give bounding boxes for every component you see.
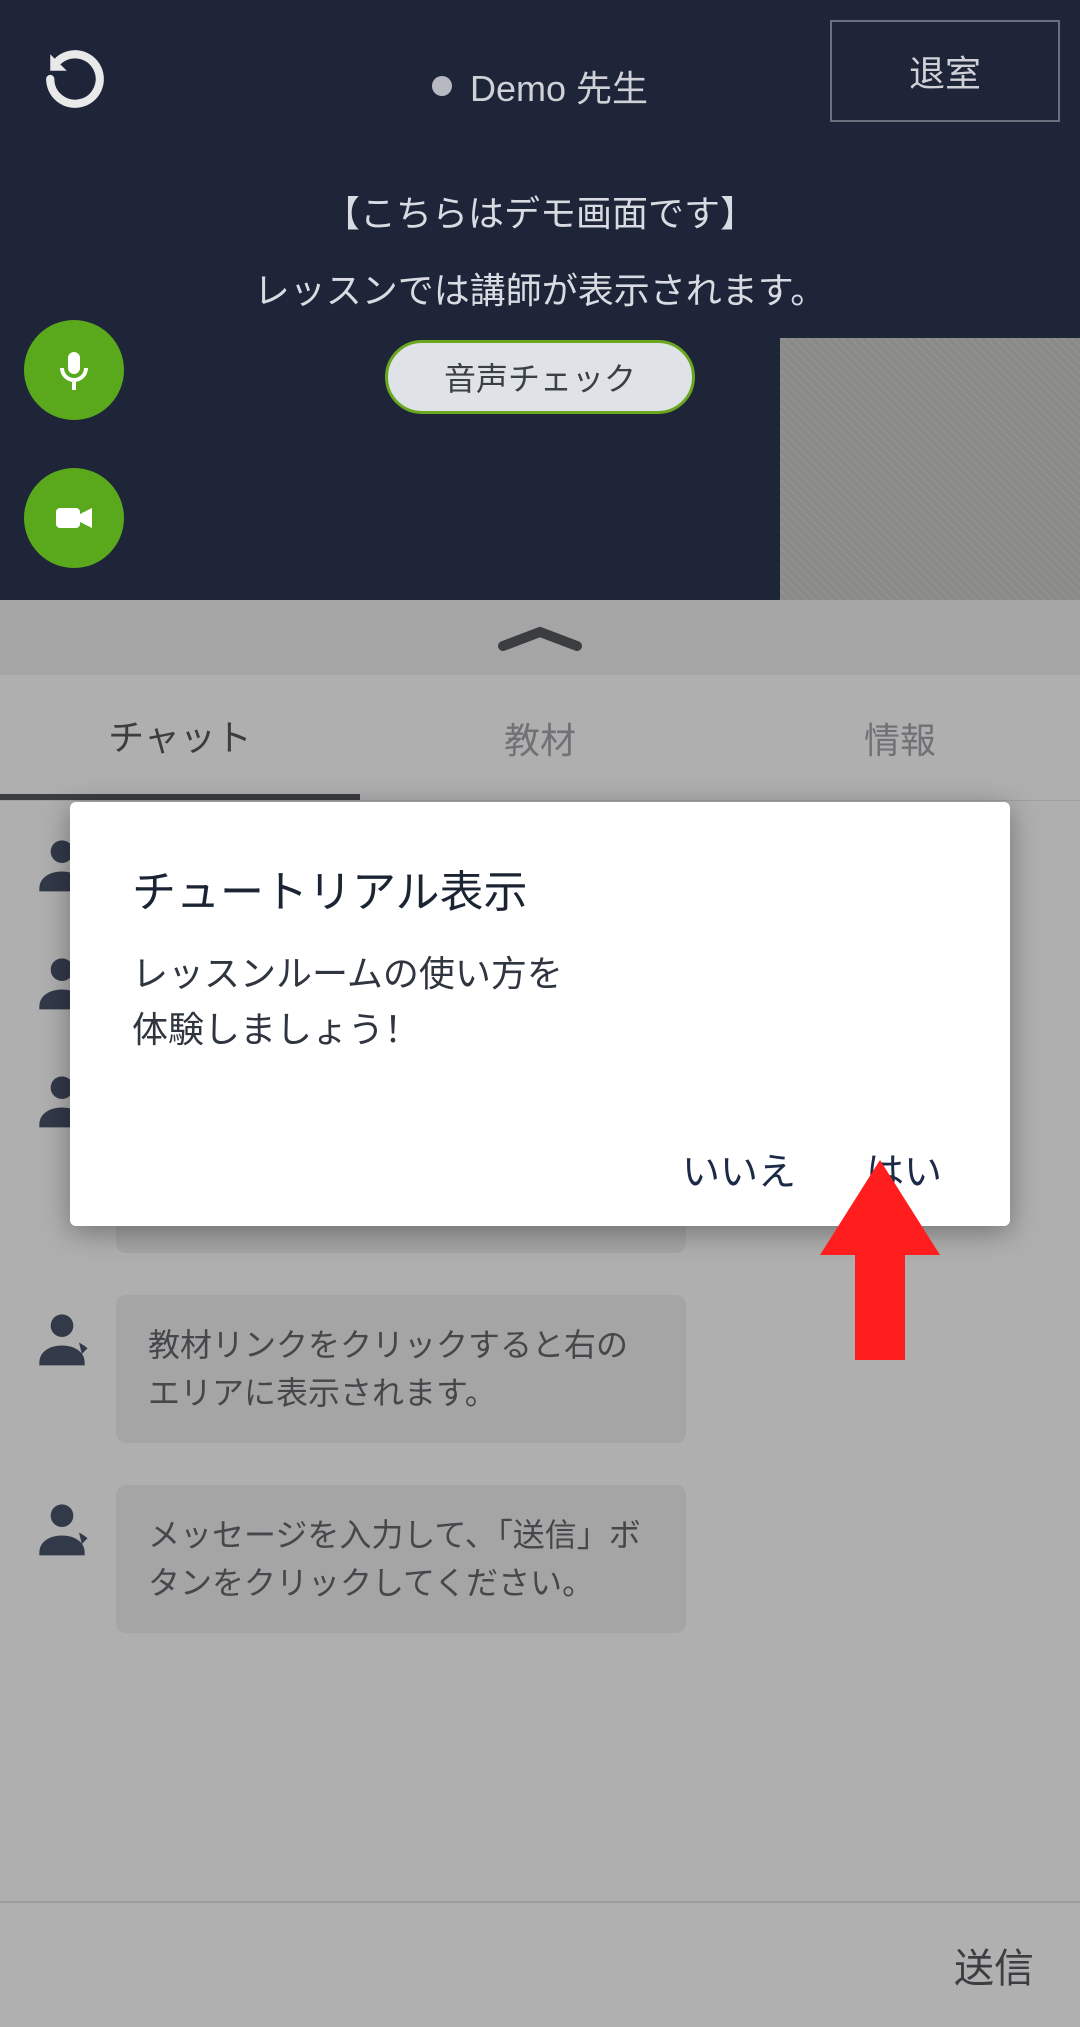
mic-icon <box>50 346 98 394</box>
annotation-arrow-icon <box>820 1160 940 1360</box>
modal-no-button[interactable]: いいえ <box>682 1141 796 1196</box>
exit-button-label: 退室 <box>909 45 981 97</box>
modal-body-line2: 体験しましょう！ <box>132 1009 420 1050</box>
modal-body: レッスンルームの使い方を 体験しましょう！ <box>132 946 948 1141</box>
teacher-name: Demo 先生 <box>470 60 648 112</box>
audio-check-label: 音声チェック <box>444 354 636 400</box>
demo-banner-line1: 【こちらはデモ画面です】 <box>0 185 1080 237</box>
video-area: ↻ Demo 先生 退室 【こちらはデモ画面です】 レッスンでは講師が表示されま… <box>0 0 1080 600</box>
modal-no-label: いいえ <box>682 1152 796 1194</box>
exit-button[interactable]: 退室 <box>830 20 1060 122</box>
audio-check-button[interactable]: 音声チェック <box>385 340 695 414</box>
reload-button[interactable]: ↻ <box>36 40 114 118</box>
demo-banner-line2: レッスンでは講師が表示されます。 <box>0 262 1080 314</box>
self-video-thumbnail <box>780 338 1080 600</box>
app-root: ↻ Demo 先生 退室 【こちらはデモ画面です】 レッスンでは講師が表示されま… <box>0 0 1080 2027</box>
modal-body-line1: レッスンルームの使い方を <box>132 953 563 994</box>
mic-button[interactable] <box>24 320 124 420</box>
camera-button[interactable] <box>24 468 124 568</box>
status-dot-icon <box>432 76 452 96</box>
modal-title: チュートリアル表示 <box>132 856 948 920</box>
camera-icon <box>50 494 98 542</box>
teacher-status: Demo 先生 <box>432 60 648 112</box>
